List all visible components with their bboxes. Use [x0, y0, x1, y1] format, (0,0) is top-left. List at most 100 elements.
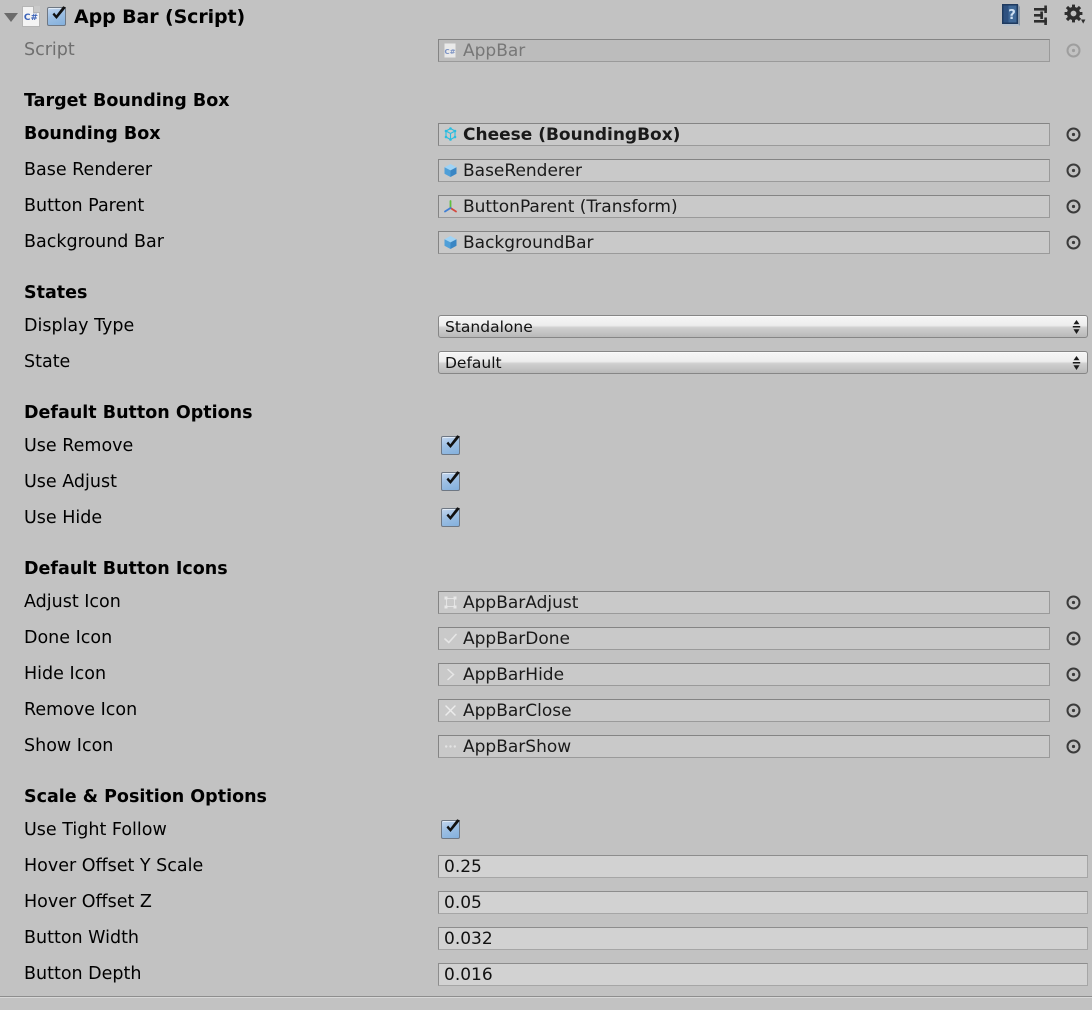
hide-icon-object-field[interactable]: AppBarHide: [438, 663, 1050, 686]
csharp-script-icon: C#: [442, 42, 459, 59]
object-picker-base-renderer[interactable]: [1066, 163, 1081, 178]
show-icon-object-field[interactable]: AppBarShow: [438, 735, 1050, 758]
row-label-use-tight-follow: Use Tight Follow: [24, 817, 167, 843]
section-header-states: States: [0, 280, 1092, 306]
row-state: State Default: [0, 349, 1092, 375]
preset-icon[interactable]: [1032, 4, 1054, 26]
chevron-updown-icon: [1072, 319, 1081, 335]
hover-offset-y-scale-input[interactable]: 0.25: [438, 855, 1088, 878]
object-picker-remove-icon[interactable]: [1066, 703, 1081, 718]
chevron-updown-icon: [1072, 355, 1081, 371]
object-picker-background-bar[interactable]: [1066, 235, 1081, 250]
hover-offset-z-input[interactable]: 0.05: [438, 891, 1088, 914]
check-icon: [443, 433, 463, 453]
section-header-default-button-icons: Default Button Icons: [0, 556, 1092, 582]
mesh-cube-icon: [442, 162, 459, 179]
object-picker-bounding-box[interactable]: [1066, 127, 1081, 142]
row-label-base-renderer: Base Renderer: [24, 157, 152, 183]
row-label-background-bar: Background Bar: [24, 229, 164, 255]
bounding-box-object-field[interactable]: Cheese (BoundingBox): [438, 123, 1050, 146]
row-label-hide-icon: Hide Icon: [24, 661, 106, 687]
check-icon: [443, 817, 463, 837]
help-icon[interactable]: ?: [1000, 3, 1022, 27]
object-picker-show-icon[interactable]: [1066, 739, 1081, 754]
button-width-input[interactable]: 0.032: [438, 927, 1088, 950]
use-hide-checkbox[interactable]: [441, 508, 460, 527]
row-hover-offset-z: Hover Offset Z 0.05: [0, 889, 1092, 915]
script-object-field[interactable]: C# AppBar: [438, 39, 1050, 62]
row-base-renderer: Base Renderer BaseRenderer: [0, 157, 1092, 183]
button-depth-input[interactable]: 0.016: [438, 963, 1088, 986]
done-icon-object-field[interactable]: AppBarDone: [438, 627, 1050, 650]
mesh-cube-icon: [442, 234, 459, 251]
appbar-show-icon: [442, 738, 459, 755]
gear-icon[interactable]: [1064, 4, 1086, 26]
hover-offset-z-value: 0.05: [444, 893, 482, 913]
remove-icon-value: AppBarClose: [463, 701, 572, 721]
base-renderer-object-field[interactable]: BaseRenderer: [438, 159, 1050, 182]
row-label-hover-offset-z: Hover Offset Z: [24, 889, 152, 915]
row-label-use-remove: Use Remove: [24, 433, 133, 459]
object-picker-script[interactable]: [1066, 43, 1081, 58]
object-picker-button-parent[interactable]: [1066, 199, 1081, 214]
transform-axis-icon: [442, 198, 459, 215]
section-header-default-button-options: Default Button Options: [0, 400, 1092, 426]
script-object-value: AppBar: [463, 41, 525, 61]
component-header[interactable]: C# App Bar (Script) ?: [0, 0, 1092, 33]
row-label-done-icon: Done Icon: [24, 625, 112, 651]
background-bar-object-field[interactable]: BackgroundBar: [438, 231, 1050, 254]
row-label-hover-offset-y-scale: Hover Offset Y Scale: [24, 853, 203, 879]
row-hover-offset-y-scale: Hover Offset Y Scale 0.25: [0, 853, 1092, 879]
bounding-box-value: Cheese (BoundingBox): [463, 125, 680, 145]
adjust-icon-value: AppBarAdjust: [463, 593, 578, 613]
row-done-icon: Done Icon AppBarDone: [0, 625, 1092, 651]
row-script: Script C# AppBar: [0, 37, 1092, 63]
foldout-toggle[interactable]: [0, 0, 22, 33]
button-width-value: 0.032: [444, 929, 493, 949]
row-remove-icon: Remove Icon AppBarClose: [0, 697, 1092, 723]
button-depth-value: 0.016: [444, 965, 493, 985]
appbar-done-icon: [442, 630, 459, 647]
check-icon: [443, 469, 463, 489]
header-icon-group: ?: [1000, 3, 1086, 27]
row-show-icon: Show Icon AppBarShow: [0, 733, 1092, 759]
show-icon-value: AppBarShow: [463, 737, 571, 757]
inspector-panel: C# App Bar (Script) ?: [0, 0, 1092, 1009]
appbar-hide-icon: [442, 666, 459, 683]
row-label-button-depth: Button Depth: [24, 961, 141, 987]
component-enabled-checkbox[interactable]: [47, 7, 66, 26]
panel-footer: [0, 997, 1092, 1010]
row-button-parent: Button Parent ButtonParent (Transform): [0, 193, 1092, 219]
row-hide-icon: Hide Icon AppBarHide: [0, 661, 1092, 687]
chevron-down-icon: [4, 13, 18, 22]
use-adjust-checkbox[interactable]: [441, 472, 460, 491]
object-picker-done-icon[interactable]: [1066, 631, 1081, 646]
row-use-tight-follow: Use Tight Follow: [0, 817, 1092, 843]
row-background-bar: Background Bar BackgroundBar: [0, 229, 1092, 255]
use-tight-follow-checkbox[interactable]: [441, 820, 460, 839]
row-label-script: Script: [24, 37, 75, 63]
remove-icon-object-field[interactable]: AppBarClose: [438, 699, 1050, 722]
row-bounding-box: Bounding Box Cheese (BoundingBox): [0, 121, 1092, 147]
state-dropdown[interactable]: Default: [438, 351, 1088, 374]
base-renderer-value: BaseRenderer: [463, 161, 582, 181]
row-label-button-parent: Button Parent: [24, 193, 144, 219]
row-label-state: State: [24, 349, 70, 375]
display-type-dropdown[interactable]: Standalone: [438, 315, 1088, 338]
row-button-depth: Button Depth 0.016: [0, 961, 1092, 987]
row-label-display-type: Display Type: [24, 313, 134, 339]
button-parent-value: ButtonParent (Transform): [463, 197, 678, 217]
csharp-script-icon: C#: [22, 6, 40, 27]
object-picker-hide-icon[interactable]: [1066, 667, 1081, 682]
section-title: Default Button Icons: [24, 556, 228, 582]
object-picker-adjust-icon[interactable]: [1066, 595, 1081, 610]
section-header-scale-position-options: Scale & Position Options: [0, 784, 1092, 810]
bounding-box-icon: [442, 126, 459, 143]
adjust-icon-object-field[interactable]: AppBarAdjust: [438, 591, 1050, 614]
row-label-adjust-icon: Adjust Icon: [24, 589, 121, 615]
button-parent-object-field[interactable]: ButtonParent (Transform): [438, 195, 1050, 218]
check-icon: [49, 4, 69, 24]
appbar-close-icon: [442, 702, 459, 719]
use-remove-checkbox[interactable]: [441, 436, 460, 455]
row-display-type: Display Type Standalone: [0, 313, 1092, 339]
